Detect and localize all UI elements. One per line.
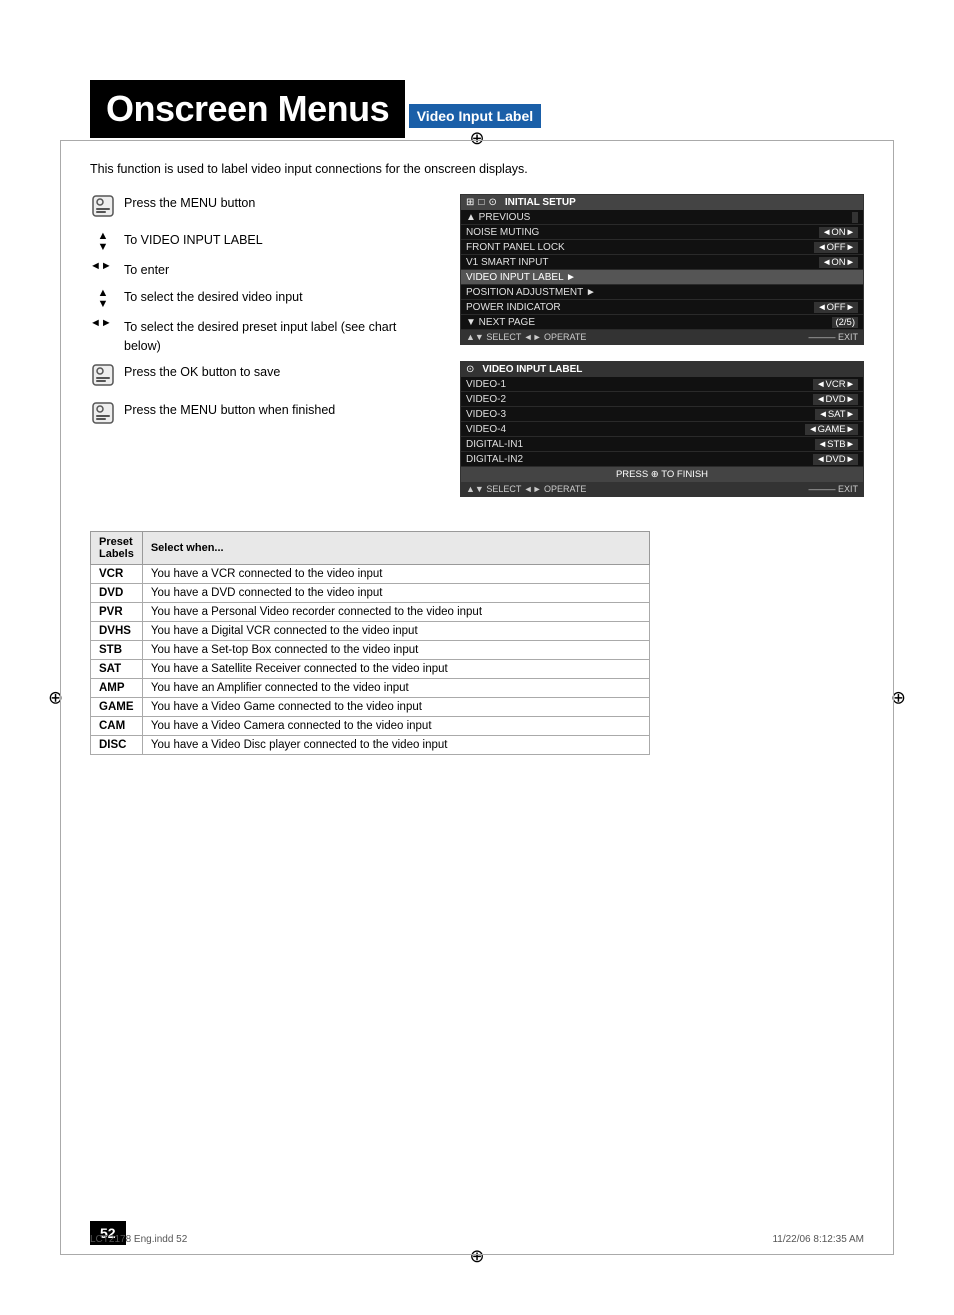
- table-row: DISCYou have a Video Disc player connect…: [91, 736, 650, 755]
- table-row: CAMYou have a Video Camera connected to …: [91, 717, 650, 736]
- instruction-7-text: Press the MENU button when finished: [124, 401, 430, 420]
- instructions-list: Press the MENU button ▲ ▼ To VIDEO INPUT…: [90, 194, 430, 430]
- menu-icon-1: [90, 194, 116, 223]
- preset-desc: You have a Personal Video recorder conne…: [142, 603, 649, 622]
- osd-row-power-indicator: POWER INDICATOR ◄OFF►: [461, 300, 863, 315]
- preset-label: DISC: [91, 736, 143, 755]
- preset-desc: You have a Satellite Receiver connected …: [142, 660, 649, 679]
- table-row: DVHSYou have a Digital VCR connected to …: [91, 622, 650, 641]
- table-row: GAMEYou have a Video Game connected to t…: [91, 698, 650, 717]
- preset-label: GAME: [91, 698, 143, 717]
- preset-desc: You have a Set-top Box connected to the …: [142, 641, 649, 660]
- preset-desc: You have a Video Camera connected to the…: [142, 717, 649, 736]
- intro-text: This function is used to label video inp…: [90, 162, 864, 176]
- osd-video-input-label: ⊙ VIDEO INPUT LABEL VIDEO-1 ◄VCR► VIDEO-…: [460, 361, 864, 497]
- table-row: VCRYou have a VCR connected to the video…: [91, 565, 650, 584]
- reg-mark-top: ⊕: [469, 128, 484, 149]
- preset-label: CAM: [91, 717, 143, 736]
- instruction-7: Press the MENU button when finished: [90, 401, 430, 430]
- table-row: AMPYou have an Amplifier connected to th…: [91, 679, 650, 698]
- osd-initial-setup: ⊞ □ ⊙ INITIAL SETUP ▲ PREVIOUS NOISE MUT…: [460, 194, 864, 345]
- osd-row-front-panel: FRONT PANEL LOCK ◄OFF►: [461, 240, 863, 255]
- osd-video-header: ⊙ VIDEO INPUT LABEL: [461, 362, 863, 377]
- instruction-2-text: To VIDEO INPUT LABEL: [124, 231, 430, 250]
- osd-row-video1: VIDEO-1 ◄VCR►: [461, 377, 863, 392]
- osd-row-previous: ▲ PREVIOUS: [461, 210, 863, 225]
- menu-icon-2: [90, 401, 116, 430]
- preset-desc: You have a VCR connected to the video in…: [142, 565, 649, 584]
- preset-desc: You have a Digital VCR connected to the …: [142, 622, 649, 641]
- footer-right: 11/22/06 8:12:35 AM: [772, 1234, 864, 1245]
- instruction-5: ◄ ► To select the desired preset input l…: [90, 318, 430, 356]
- osd-row-video2: VIDEO-2 ◄DVD►: [461, 392, 863, 407]
- preset-label: DVD: [91, 584, 143, 603]
- instruction-3: ◄ ► To enter: [90, 261, 430, 280]
- osd-press-finish: PRESS ⊕ TO FINISH: [461, 467, 863, 482]
- instruction-4-text: To select the desired video input: [124, 288, 430, 307]
- osd-row-next-page: ▼ NEXT PAGE (2/5): [461, 315, 863, 330]
- preset-desc: You have a Video Disc player connected t…: [142, 736, 649, 755]
- instructions-column: Press the MENU button ▲ ▼ To VIDEO INPUT…: [90, 194, 430, 511]
- border-top: [60, 140, 894, 141]
- preset-label: VCR: [91, 565, 143, 584]
- instruction-6-text: Press the OK button to save: [124, 363, 430, 382]
- footer-left: LCT2178 Eng.indd 52: [90, 1234, 187, 1245]
- instruction-1-text: Press the MENU button: [124, 194, 430, 213]
- arrow-updown-icon-1: ▲ ▼: [90, 231, 116, 253]
- arrow-leftright-icon-2: ◄ ►: [90, 318, 116, 329]
- instruction-2: ▲ ▼ To VIDEO INPUT LABEL: [90, 231, 430, 253]
- osd-row-position-adj: POSITION ADJUSTMENT ►: [461, 285, 863, 300]
- arrow-updown-icon-2: ▲ ▼: [90, 288, 116, 310]
- preset-label: AMP: [91, 679, 143, 698]
- preset-desc: You have a Video Game connected to the v…: [142, 698, 649, 717]
- preset-label: SAT: [91, 660, 143, 679]
- osd-row-video4: VIDEO-4 ◄GAME►: [461, 422, 863, 437]
- border-bottom: [60, 1254, 894, 1255]
- preset-label: STB: [91, 641, 143, 660]
- osd-row-video-input-label: VIDEO INPUT LABEL ►: [461, 270, 863, 285]
- osd-column: ⊞ □ ⊙ INITIAL SETUP ▲ PREVIOUS NOISE MUT…: [460, 194, 864, 511]
- instruction-4: ▲ ▼ To select the desired video input: [90, 288, 430, 310]
- table-row: SATYou have a Satellite Receiver connect…: [91, 660, 650, 679]
- table-row: STBYou have a Set-top Box connected to t…: [91, 641, 650, 660]
- osd-initial-header: ⊞ □ ⊙ INITIAL SETUP: [461, 195, 863, 210]
- preset-label: PVR: [91, 603, 143, 622]
- instruction-5-text: To select the desired preset input label…: [124, 318, 430, 356]
- osd-row-digital-in1: DIGITAL-IN1 ◄STB►: [461, 437, 863, 452]
- preset-desc: You have an Amplifier connected to the v…: [142, 679, 649, 698]
- osd-row-digital-in2: DIGITAL-IN2 ◄DVD►: [461, 452, 863, 467]
- col-select-when: Select when...: [142, 532, 649, 565]
- table-row: PVRYou have a Personal Video recorder co…: [91, 603, 650, 622]
- osd-initial-footer: ▲▼ SELECT ◄► OPERATE ——— EXIT: [461, 330, 863, 344]
- osd-video-footer: ▲▼ SELECT ◄► OPERATE ——— EXIT: [461, 482, 863, 496]
- preset-table: Preset Labels Select when... VCRYou have…: [90, 531, 650, 755]
- preset-desc: You have a DVD connected to the video in…: [142, 584, 649, 603]
- preset-label: DVHS: [91, 622, 143, 641]
- table-row: DVDYou have a DVD connected to the video…: [91, 584, 650, 603]
- osd-row-video3: VIDEO-3 ◄SAT►: [461, 407, 863, 422]
- ok-icon: [90, 363, 116, 392]
- border-right: [893, 140, 894, 1255]
- reg-mark-bottom: ⊕: [469, 1246, 484, 1267]
- instruction-3-text: To enter: [124, 261, 430, 280]
- arrow-leftright-icon-1: ◄ ►: [90, 261, 116, 272]
- instruction-6: Press the OK button to save: [90, 363, 430, 392]
- page-title: Onscreen Menus: [90, 80, 405, 138]
- osd-row-noise-muting: NOISE MUTING ◄ON►: [461, 225, 863, 240]
- col-preset-labels: Preset Labels: [91, 532, 143, 565]
- instruction-1: Press the MENU button: [90, 194, 430, 223]
- section-heading: Video Input Label: [409, 104, 541, 128]
- page-footer: LCT2178 Eng.indd 52 11/22/06 8:12:35 AM: [0, 1234, 954, 1245]
- border-left: [60, 140, 61, 1255]
- osd-row-v1-smart: V1 SMART INPUT ◄ON►: [461, 255, 863, 270]
